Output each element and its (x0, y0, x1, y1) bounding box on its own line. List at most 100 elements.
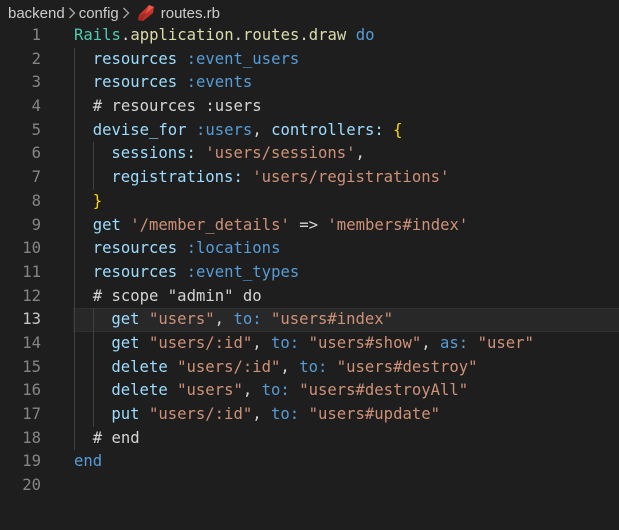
code-token: "users#index" (271, 310, 394, 329)
code-token: :event_types (186, 262, 300, 281)
line-number: 9 (31, 215, 41, 234)
code-line[interactable]: 8} (0, 189, 619, 214)
line-content: delete "users/:id", to: "users#destroy" (111, 356, 477, 380)
code-token: . (120, 26, 131, 44)
line-content: put "users/:id", to: "users#update" (111, 403, 440, 427)
code-line[interactable]: 1 Rails.application.routes.draw do (0, 24, 619, 48)
line-number: 16 (22, 381, 41, 400)
code-token: } (92, 191, 103, 210)
line-number: 8 (31, 191, 41, 210)
code-token: , (421, 333, 441, 352)
code-line[interactable]: 13 get "users", to: "users#index" (0, 308, 619, 332)
line-content: } (93, 190, 102, 214)
line-content: # resources :users (93, 95, 262, 119)
code-token: "users" (177, 381, 243, 400)
code-token: application (130, 26, 234, 44)
code-line[interactable]: 19 end (0, 450, 619, 474)
line-content: registrations: 'users/registrations' (111, 166, 449, 190)
indent-guide (74, 308, 75, 332)
code-token: to: (233, 310, 262, 329)
code-line[interactable]: 16 delete "users", to: "users#destroyAll" (0, 379, 619, 403)
code-line[interactable]: 18 # end (0, 426, 619, 451)
breadcrumb-folder-backend[interactable]: backend (8, 5, 65, 22)
code-token: draw (308, 26, 347, 44)
code-line[interactable]: 11 resources :event_types (0, 260, 619, 285)
code-token: resources (92, 262, 178, 281)
breadcrumb-file-routes[interactable]: routes.rb (161, 5, 220, 22)
code-token: delete (111, 381, 168, 400)
code-line[interactable]: 7 registrations: 'users/registrations' (0, 166, 619, 190)
indent-guide (74, 403, 75, 427)
line-content: end (74, 450, 102, 474)
code-token: "users/:id" (148, 405, 253, 423)
line-number: 19 (22, 452, 41, 471)
code-token: , (280, 357, 300, 376)
code-line[interactable]: 10 resources :locations (0, 237, 619, 261)
code-line[interactable]: 14 get "users/:id", to: "users#show", as:… (0, 331, 619, 356)
indent-guide (74, 331, 75, 356)
indent-guide (74, 95, 75, 119)
line-content: resources :locations (93, 237, 281, 261)
code-token: { (393, 120, 403, 139)
code-line[interactable]: 12 # scope "admin" do (0, 284, 619, 309)
line-number: 6 (31, 144, 41, 163)
line-number: 7 (31, 168, 41, 187)
indent-guide (74, 71, 75, 96)
chevron-right-icon (65, 7, 79, 19)
code-area[interactable]: 1 Rails.application.routes.draw do 2 resour… (0, 24, 619, 498)
code-line[interactable]: 4 # resources :users (0, 95, 619, 119)
line-number: 12 (22, 286, 41, 305)
code-line[interactable]: 6 sessions: 'users/sessions', (0, 142, 619, 167)
code-line[interactable]: 15 delete "users/:id", to: "users#destroy… (0, 355, 619, 380)
code-line[interactable]: 2 resources :event_users (0, 47, 619, 72)
indent-guide (92, 355, 94, 380)
line-content: delete "users", to: "users#destroyAll" (111, 379, 468, 403)
code-token: as: (440, 333, 469, 352)
line-content: get '/member_details' => 'members#index' (93, 214, 469, 238)
indent-guide (74, 118, 75, 143)
chevron-right-icon (119, 7, 133, 19)
line-content: Rails.application.routes.draw do (74, 24, 374, 48)
code-token: resources (92, 49, 178, 68)
line-number: 13 (22, 310, 41, 329)
indent-guide (92, 142, 94, 167)
breadcrumb-folder-config[interactable]: config (79, 5, 119, 22)
line-content: resources :event_users (93, 48, 300, 72)
line-content: sessions: 'users/sessions', (111, 142, 365, 166)
code-token: 'users/sessions' (205, 144, 356, 163)
code-token: 'members#index' (327, 215, 469, 234)
code-token: to: (299, 357, 328, 376)
indent-guide (74, 213, 75, 238)
code-line[interactable]: 5 devise_for :users, controllers: { (0, 118, 619, 143)
code-line[interactable]: 3 resources :events (0, 71, 619, 96)
line-content: get "users", to: "users#index" (111, 308, 393, 332)
code-token: get (111, 310, 140, 329)
code-token: , (252, 333, 272, 352)
line-number: 4 (31, 97, 41, 116)
code-token: 'users/registrations' (252, 168, 450, 187)
code-editor[interactable]: backend config routes.rb 1 Rails.applicat… (0, 0, 619, 530)
line-number: 11 (22, 262, 41, 281)
indent-guide (74, 379, 75, 403)
code-token: :locations (186, 239, 281, 258)
line-number: 20 (22, 476, 41, 495)
code-line[interactable]: 17 put "users/:id", to: "users#update" (0, 403, 619, 427)
code-line[interactable]: 9 get '/member_details' => 'members#index… (0, 213, 619, 238)
code-token: "users#destroyAll" (299, 381, 469, 400)
indent-guide (74, 142, 75, 167)
code-line[interactable]: 20 (0, 474, 619, 498)
indent-guide (74, 355, 75, 380)
